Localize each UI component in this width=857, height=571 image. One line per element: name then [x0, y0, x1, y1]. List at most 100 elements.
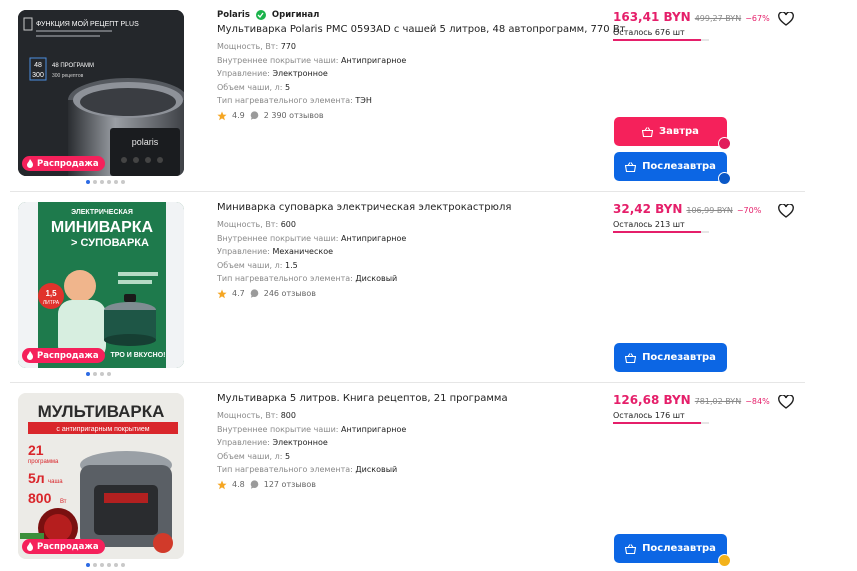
- button-label: Послезавтра: [642, 543, 716, 554]
- svg-text:21: 21: [28, 442, 44, 458]
- carousel-dot[interactable]: [100, 563, 104, 567]
- product-card[interactable]: ЭЛЕКТРИЧЕСКАЯ МИНИВАРКА > СУПОВАРКА 1,5 …: [10, 192, 805, 376]
- carousel-dot[interactable]: [86, 563, 90, 567]
- multicooker-illustration: polaris ФУНКЦИЯ МОЙ РЕЦЕПТ PLUS 48 300 4…: [18, 10, 184, 176]
- product-title[interactable]: Миниварка суповарка электрическая электр…: [217, 202, 617, 213]
- stock-text: Осталось 676 шт: [613, 28, 685, 37]
- reviews-count: 2 390 отзывов: [263, 111, 324, 120]
- svg-text:МИНИВАРКА: МИНИВАРКА: [51, 219, 154, 236]
- svg-text:ЛИТРА: ЛИТРА: [43, 300, 60, 306]
- rating-value: 4.8: [232, 480, 245, 489]
- reviews-count: 127 отзывов: [263, 480, 316, 489]
- favorite-heart-icon[interactable]: [778, 395, 794, 409]
- old-price: 781,02 BYN: [694, 397, 742, 406]
- svg-text:300: 300: [32, 72, 44, 79]
- svg-text:программа: программа: [28, 459, 59, 465]
- basket-icon: [625, 352, 637, 363]
- carousel-dot[interactable]: [93, 372, 97, 376]
- carousel-dot[interactable]: [107, 563, 111, 567]
- svg-text:48: 48: [34, 62, 42, 69]
- promo-corner-badge: [718, 554, 731, 567]
- carousel-dot[interactable]: [121, 563, 125, 567]
- promo-corner-badge: [718, 137, 731, 150]
- product-title[interactable]: Мультиварка Polaris PMC 0593AD с чашей 5…: [217, 24, 626, 35]
- image-carousel-dots[interactable]: [86, 563, 125, 567]
- spec-row: Внутреннее покрытие чаши: Антипригарное: [217, 55, 407, 65]
- svg-text:Вт: Вт: [60, 499, 67, 505]
- carousel-dot[interactable]: [114, 563, 118, 567]
- spec-row: Управление: Механическое: [217, 247, 334, 256]
- carousel-dot[interactable]: [93, 563, 97, 567]
- carousel-dot[interactable]: [100, 372, 104, 376]
- svg-text:300 рецептов: 300 рецептов: [52, 73, 84, 79]
- product-image[interactable]: polaris ФУНКЦИЯ МОЙ РЕЦЕПТ PLUS 48 300 4…: [18, 10, 184, 176]
- spec-row: Тип нагревательного элемента: Дисковый: [217, 465, 398, 474]
- comment-icon: [250, 480, 259, 489]
- delivery-tomorrow-button[interactable]: Завтра: [614, 117, 731, 150]
- carousel-dot[interactable]: [100, 180, 104, 184]
- stock-text: Осталось 213 шт: [613, 220, 685, 229]
- product-card[interactable]: polaris ФУНКЦИЯ МОЙ РЕЦЕПТ PLUS 48 300 4…: [10, 0, 805, 185]
- product-card[interactable]: МУЛЬТИВАРКА с антипригарным покрытием 21…: [10, 383, 805, 567]
- basket-icon: [642, 126, 654, 137]
- verified-check-icon: [255, 10, 266, 20]
- svg-text:ЭЛЕКТРИЧЕСКАЯ: ЭЛЕКТРИЧЕСКАЯ: [71, 209, 133, 216]
- rating-row[interactable]: 4.9 2 390 отзывов: [217, 111, 617, 121]
- product-title[interactable]: Мультиварка 5 литров. Книга рецептов, 21…: [217, 393, 617, 404]
- discount-percent: −84%: [745, 397, 770, 406]
- stock-progress-bar: [613, 231, 709, 233]
- stock-progress-bar: [613, 422, 709, 424]
- carousel-dot[interactable]: [107, 372, 111, 376]
- rating-row[interactable]: 4.8 127 отзывов: [217, 480, 617, 490]
- price-block: 32,42 BYN 106,99 BYN −70% Осталось 213 ш…: [613, 202, 773, 233]
- current-price: 126,68 BYN: [613, 393, 691, 407]
- product-image[interactable]: МУЛЬТИВАРКА с антипригарным покрытием 21…: [18, 393, 184, 559]
- comment-icon: [250, 289, 259, 298]
- button-label: Завтра: [659, 126, 699, 137]
- carousel-dot[interactable]: [121, 180, 125, 184]
- favorite-heart-icon[interactable]: [778, 12, 794, 26]
- current-price: 32,42 BYN: [613, 202, 683, 216]
- carousel-dot[interactable]: [86, 180, 90, 184]
- old-price: 106,99 BYN: [686, 206, 733, 215]
- sale-badge-label: Распродажа: [37, 541, 99, 552]
- fire-icon: [27, 542, 33, 551]
- product-info: Polaris Оригинал Мультиварка Polaris PMC…: [217, 10, 626, 121]
- spec-row: Объем чаши, л: 5: [217, 451, 291, 461]
- carousel-dot[interactable]: [86, 372, 90, 376]
- stock-progress-bar: [613, 39, 709, 41]
- product-info: Миниварка суповарка электрическая электр…: [217, 202, 617, 299]
- button-label: Послезавтра: [642, 352, 716, 363]
- price-block: 163,41 BYN 499,27 BYN −67% Осталось 676 …: [613, 10, 773, 41]
- favorite-heart-icon[interactable]: [778, 204, 794, 218]
- current-price: 163,41 BYN: [613, 10, 691, 24]
- original-badge: Оригинал: [271, 10, 320, 20]
- spec-row: Мощность, Вт: 800: [217, 411, 296, 420]
- carousel-dot[interactable]: [107, 180, 111, 184]
- delivery-day-after-button[interactable]: Послезавтра: [614, 343, 727, 372]
- svg-text:с антипригарным покрытием: с антипригарным покрытием: [56, 426, 149, 433]
- product-image[interactable]: ЭЛЕКТРИЧЕСКАЯ МИНИВАРКА > СУПОВАРКА 1,5 …: [18, 202, 184, 368]
- rating-row[interactable]: 4.7 246 отзывов: [217, 289, 617, 299]
- delivery-day-after-button[interactable]: Послезавтра: [614, 534, 731, 567]
- svg-text:МУЛЬТИВАРКА: МУЛЬТИВАРКА: [38, 402, 165, 421]
- promo-corner-badge: [718, 172, 731, 185]
- spec-row: Объем чаши, л: 5: [217, 82, 291, 92]
- image-carousel-dots[interactable]: [86, 372, 111, 376]
- product-info: Мультиварка 5 литров. Книга рецептов, 21…: [217, 393, 617, 490]
- basket-icon: [625, 161, 637, 172]
- spec-row: Тип нагревательного элемента: ТЭН: [217, 96, 372, 105]
- image-carousel-dots[interactable]: [86, 180, 125, 184]
- sale-badge-label: Распродажа: [37, 350, 99, 361]
- brandmark-text: polaris: [132, 137, 159, 147]
- svg-text:48 ПРОГРАММ: 48 ПРОГРАММ: [52, 63, 94, 69]
- spec-row: Мощность, Вт: 600: [217, 220, 296, 229]
- delivery-day-after-button[interactable]: Послезавтра: [614, 152, 731, 185]
- discount-percent: −67%: [745, 14, 770, 23]
- reviews-count: 246 отзывов: [263, 289, 316, 298]
- basket-icon: [625, 543, 637, 554]
- star-icon: [217, 480, 227, 489]
- brand-name[interactable]: Polaris: [217, 10, 250, 20]
- carousel-dot[interactable]: [93, 180, 97, 184]
- carousel-dot[interactable]: [114, 180, 118, 184]
